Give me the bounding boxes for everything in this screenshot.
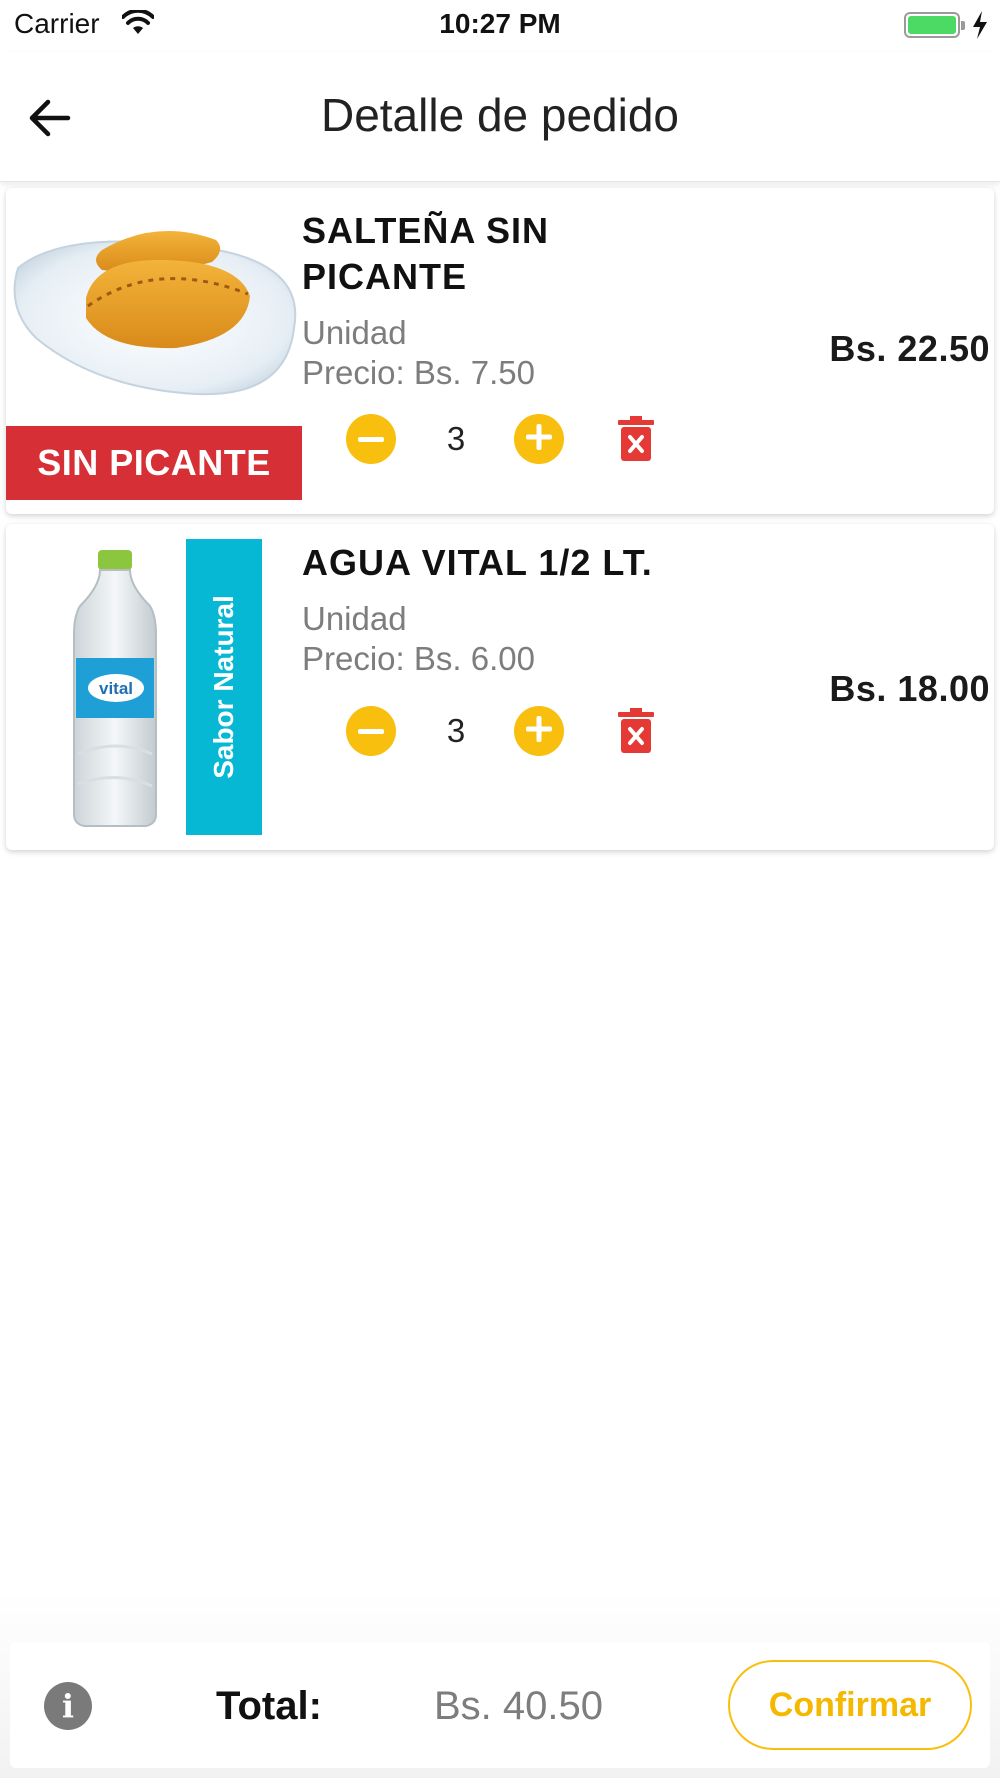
decrease-quantity-button[interactable]: [346, 706, 396, 756]
increase-quantity-button[interactable]: [514, 414, 564, 464]
item-unit-price: Precio: Bs. 7.50: [302, 354, 535, 391]
badge-sabor-natural: Sabor Natural: [186, 539, 262, 835]
plus-icon: [526, 715, 552, 747]
quantity-stepper: 3: [346, 706, 666, 756]
quantity-stepper: 3: [346, 414, 666, 464]
item-unit: Unidad: [302, 314, 407, 351]
total-label: Total:: [216, 1684, 322, 1728]
total-value: Bs. 40.50: [434, 1684, 604, 1728]
info-button[interactable]: i: [44, 1682, 92, 1730]
item-name: SALTEÑA SIN PICANTE: [302, 210, 550, 297]
item-line-total: Bs. 22.50: [829, 328, 990, 369]
trash-icon: [616, 416, 656, 466]
minus-icon: [358, 722, 384, 740]
item-unit-price: Precio: Bs. 6.00: [302, 640, 535, 677]
item-unit: Unidad: [302, 600, 407, 637]
info-icon: i: [61, 1687, 75, 1725]
plus-icon: [526, 423, 552, 455]
item-name: AGUA VITAL 1/2 LT.: [302, 542, 653, 583]
order-item-card: SIN PICANTE SALTEÑA SIN PICANTE Unidad P…: [6, 188, 994, 514]
item-line-total: Bs. 18.00: [829, 668, 990, 709]
trash-icon: [616, 708, 656, 758]
confirm-button[interactable]: Confirmar: [728, 1660, 972, 1750]
quantity-value: 3: [446, 420, 466, 457]
increase-quantity-button[interactable]: [514, 706, 564, 756]
product-image-water-bottle: vital Sabor Natural: [6, 524, 304, 850]
delete-item-button[interactable]: [616, 416, 656, 462]
quantity-value: 3: [446, 712, 466, 749]
charging-icon: [970, 10, 990, 45]
battery-icon: [904, 12, 965, 38]
decrease-quantity-button[interactable]: [346, 414, 396, 464]
product-image-saltena: SIN PICANTE: [6, 188, 304, 514]
page-title: Detalle de pedido: [320, 89, 680, 141]
order-item-card: vital Sabor Natural AGUA VITAL 1/2 LT. U…: [6, 524, 994, 850]
status-bar: Carrier 10:27 PM: [0, 0, 1000, 50]
minus-icon: [358, 430, 384, 448]
navigation-bar: Detalle de pedido: [0, 52, 1000, 182]
bottle-brand-text: vital: [99, 679, 133, 698]
badge-sin-picante: SIN PICANTE: [6, 426, 302, 500]
clock: 10:27 PM: [439, 8, 561, 39]
delete-item-button[interactable]: [616, 708, 656, 754]
order-footer: i Total: Bs. 40.50 Confirmar: [10, 1642, 990, 1768]
